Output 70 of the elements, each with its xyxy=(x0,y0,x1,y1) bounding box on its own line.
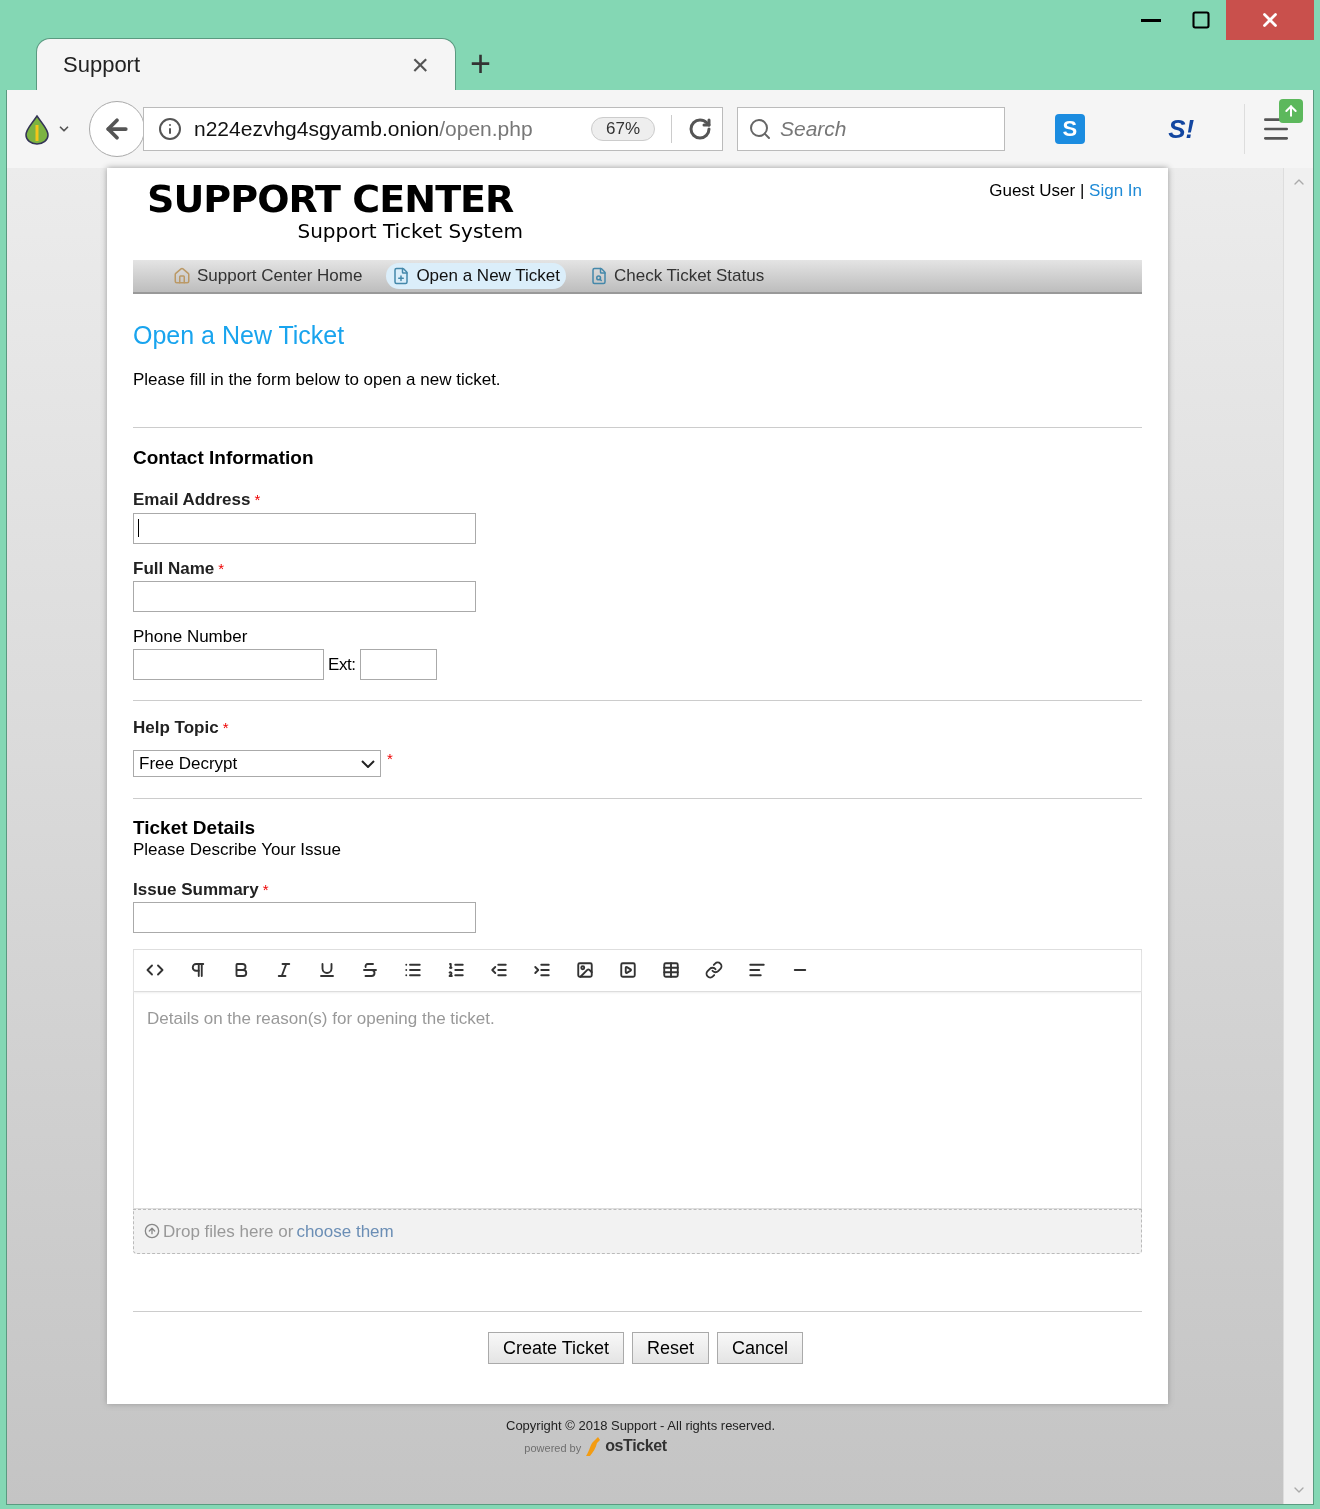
field-label: Email Address xyxy=(133,489,251,511)
search-field[interactable]: Search xyxy=(737,107,1005,151)
maximize-icon xyxy=(1191,10,1211,30)
chevron-down-icon xyxy=(361,759,375,768)
editor-placeholder: Details on the reason(s) for opening the ticket. xyxy=(147,1008,495,1028)
house-icon xyxy=(173,267,191,285)
form-button[interactable]: Cancel xyxy=(717,1331,804,1364)
section-heading: Ticket Details xyxy=(133,817,257,840)
back-button[interactable] xyxy=(89,101,145,157)
powered-by-text: powered by xyxy=(524,1442,582,1456)
update-badge xyxy=(1279,99,1303,123)
reload-icon[interactable] xyxy=(688,117,712,141)
logo-title: SUPPORT CENTER xyxy=(147,178,514,220)
table-icon[interactable] xyxy=(662,961,680,980)
required-mark: * xyxy=(222,719,229,738)
text-field[interactable] xyxy=(133,901,476,933)
url-bar[interactable]: n224ezvhg4sgyamb.onion/open.php 67% xyxy=(143,107,723,151)
logo-subtitle: Support Ticket System xyxy=(297,220,523,242)
intro-text: Please fill in the form below to open a new ticket. xyxy=(133,369,502,391)
tab-title: Support xyxy=(63,50,141,79)
numbered-list-icon[interactable] xyxy=(447,961,465,980)
required-mark: * xyxy=(387,750,393,769)
extension-icon[interactable]: S! xyxy=(1168,112,1195,146)
required-mark: * xyxy=(218,559,225,579)
italic-icon[interactable] xyxy=(275,961,293,980)
link-icon[interactable] xyxy=(705,961,723,980)
brand-text: osTicket xyxy=(605,1436,667,1456)
required-mark: * xyxy=(262,880,269,900)
form-button[interactable]: Reset xyxy=(632,1331,709,1364)
help-topic-select[interactable]: Free Decrypt xyxy=(133,750,381,778)
document-icon xyxy=(392,267,411,285)
sign-in-link[interactable]: Sign In xyxy=(1089,181,1142,200)
video-icon[interactable] xyxy=(619,961,637,980)
extension-field[interactable] xyxy=(359,649,437,680)
text-field[interactable] xyxy=(133,580,476,612)
browser-tab[interactable]: Support × xyxy=(36,38,456,90)
form-button[interactable]: Create Ticket xyxy=(487,1331,624,1364)
section-subheading: Please Describe Your Issue xyxy=(133,839,342,861)
dropzone-text: Drop files here or xyxy=(163,1220,294,1242)
nav-tab[interactable]: Open a New Ticket xyxy=(386,263,566,289)
underline-icon[interactable] xyxy=(318,961,336,980)
new-tab-button[interactable]: + xyxy=(470,46,492,82)
ext-label: Ext: xyxy=(328,653,356,676)
field-label: Full Name xyxy=(133,557,215,579)
copyright-text: Copyright © 2018 Support - All rights reserved. xyxy=(506,1417,775,1434)
strikethrough-icon[interactable] xyxy=(361,961,379,980)
text-field[interactable] xyxy=(133,512,476,544)
field-label: Help Topic xyxy=(133,717,219,739)
info-icon xyxy=(158,117,182,141)
image-icon[interactable] xyxy=(576,961,594,980)
paragraph-icon[interactable] xyxy=(189,961,207,980)
upload-icon xyxy=(144,1223,160,1240)
nav-tab[interactable]: Support Center Home xyxy=(167,263,369,289)
zoom-badge[interactable]: 67% xyxy=(590,117,655,141)
required-mark: * xyxy=(254,491,261,510)
url-text: n224ezvhg4sgyamb.onion/open.php xyxy=(194,115,533,142)
phone-field[interactable] xyxy=(133,649,324,680)
text-cursor xyxy=(138,519,139,537)
close-window-button[interactable] xyxy=(1226,0,1314,40)
guest-user-text: Guest User | xyxy=(989,181,1085,200)
search-icon xyxy=(748,117,772,141)
minimize-icon xyxy=(1141,18,1161,22)
nav-tab[interactable]: Check Ticket Status xyxy=(584,263,771,289)
extension-icon[interactable]: S xyxy=(1054,114,1085,144)
field-label: Issue Summary xyxy=(133,878,259,900)
section-heading: Contact Information xyxy=(133,445,315,470)
field-label: Phone Number xyxy=(133,626,248,646)
close-tab-button[interactable]: × xyxy=(411,49,429,80)
page-title: Open a New Ticket xyxy=(133,320,346,351)
document-icon xyxy=(590,267,608,285)
